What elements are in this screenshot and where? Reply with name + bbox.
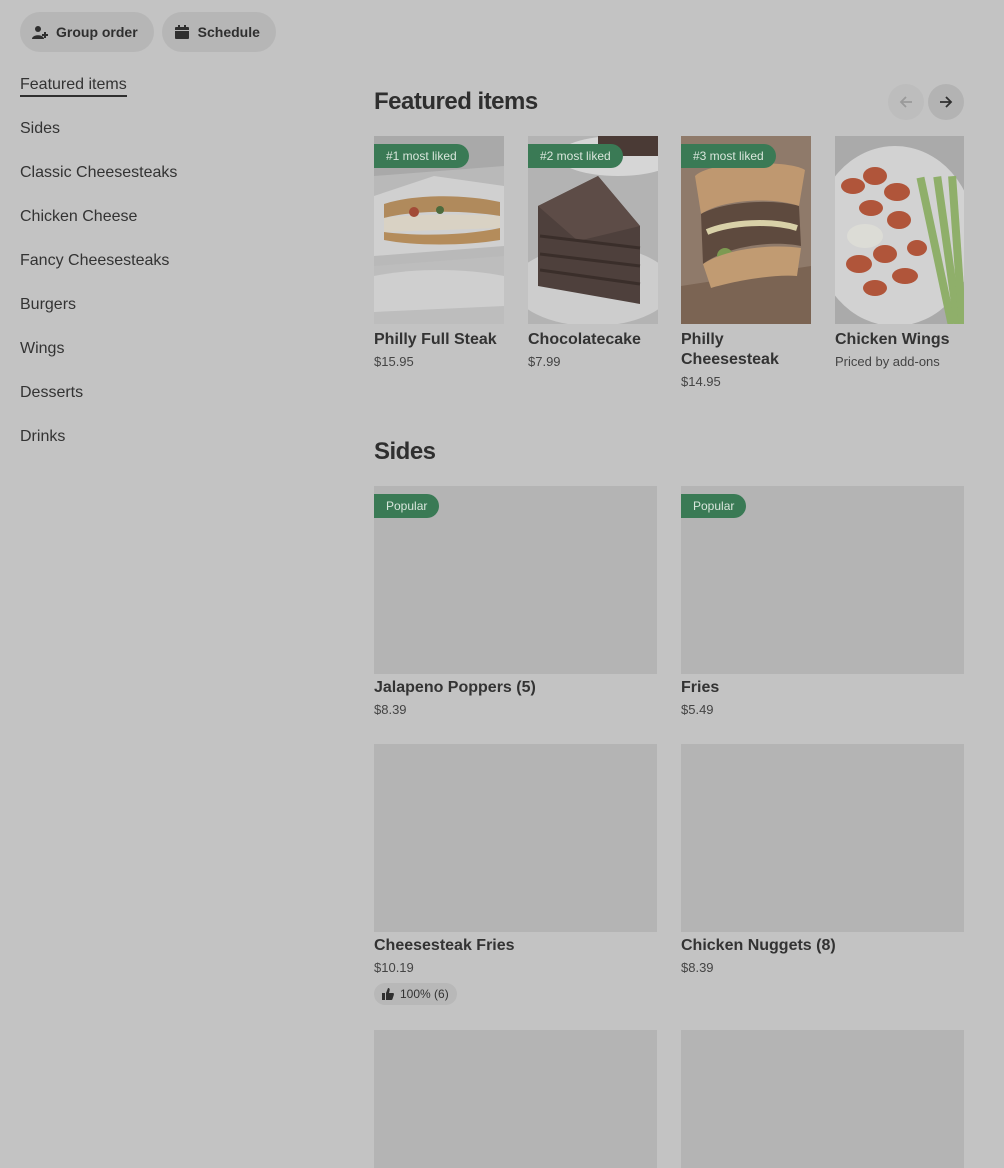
item-name: Philly Full Steak xyxy=(374,331,497,348)
group-order-label: Group order xyxy=(56,24,138,40)
nav-item-classic-cheesesteaks[interactable]: Classic Cheesesteaks xyxy=(20,163,320,207)
menu-item-card[interactable]: Chicken Nuggets (8) $8.39 xyxy=(681,744,964,975)
arrow-right-icon xyxy=(940,96,953,108)
item-image xyxy=(835,136,964,324)
featured-section-title: Featured items xyxy=(374,88,538,115)
sides-section-title: Sides xyxy=(374,438,436,465)
item-name: Chocolatecake xyxy=(528,331,641,348)
top-actions: Group order Schedule xyxy=(20,12,276,52)
item-price: $14.95 xyxy=(681,374,721,389)
rating-badge: 100% (6) xyxy=(374,983,457,1005)
menu-item-card[interactable] xyxy=(374,1030,657,1168)
schedule-button[interactable]: Schedule xyxy=(161,12,276,52)
arrow-left-icon xyxy=(899,96,912,108)
menu-item-card[interactable]: Popular Jalapeno Poppers (5) $8.39 xyxy=(374,486,657,717)
nav-item-burgers[interactable]: Burgers xyxy=(20,295,320,339)
item-image-placeholder xyxy=(374,1030,657,1168)
item-name: Jalapeno Poppers (5) xyxy=(374,679,536,696)
item-name: Philly Cheesesteak xyxy=(681,331,779,368)
item-price: Priced by add-ons xyxy=(835,354,940,369)
carousel-prev-button[interactable] xyxy=(888,84,924,120)
item-image-placeholder: Popular xyxy=(374,486,657,674)
item-price: $7.99 xyxy=(528,354,561,369)
item-price: $5.49 xyxy=(681,702,714,717)
thumbs-up-icon xyxy=(382,988,394,1000)
nav-item-fancy-cheesesteaks[interactable]: Fancy Cheesesteaks xyxy=(20,251,320,295)
popular-badge: Popular xyxy=(374,494,440,518)
item-name: Fries xyxy=(681,679,720,696)
nav-item-featured-items[interactable]: Featured items xyxy=(20,75,320,119)
group-order-button[interactable]: Group order xyxy=(20,12,154,52)
nav-item-wings[interactable]: Wings xyxy=(20,339,320,383)
rating-text: 100% (6) xyxy=(400,987,449,1001)
featured-item-card[interactable]: #2 most liked Chocolatecake $7.99 xyxy=(528,136,658,369)
nav-item-desserts[interactable]: Desserts xyxy=(20,383,320,427)
popular-badge: Popular xyxy=(681,494,747,518)
nav-item-drinks[interactable]: Drinks xyxy=(20,427,320,471)
nav-item-chicken-cheese[interactable]: Chicken Cheese xyxy=(20,207,320,251)
item-image: #2 most liked xyxy=(528,136,658,324)
menu-item-card[interactable] xyxy=(681,1030,964,1168)
item-price: $8.39 xyxy=(374,702,407,717)
item-name: Chicken Wings xyxy=(835,331,950,348)
item-name: Chicken Nuggets (8) xyxy=(681,937,836,954)
item-image-placeholder xyxy=(681,744,964,932)
item-name: Cheesesteak Fries xyxy=(374,937,515,954)
item-image: #3 most liked xyxy=(681,136,811,324)
featured-item-card[interactable]: #3 most liked Philly Cheesesteak $14.95 xyxy=(681,136,811,389)
schedule-label: Schedule xyxy=(197,24,260,40)
item-image: #1 most liked xyxy=(374,136,504,324)
calendar-icon xyxy=(174,25,189,39)
item-image-placeholder xyxy=(681,1030,964,1168)
add-person-icon xyxy=(32,26,48,39)
rank-badge: #2 most liked xyxy=(528,144,623,168)
item-price: $10.19 xyxy=(374,960,414,975)
menu-category-nav: Featured items Sides Classic Cheesesteak… xyxy=(20,75,320,471)
item-image-placeholder: Popular xyxy=(681,486,964,674)
carousel-next-button[interactable] xyxy=(928,84,964,120)
nav-item-sides[interactable]: Sides xyxy=(20,119,320,163)
featured-item-card[interactable]: #1 most liked Philly Full Steak $15.95 xyxy=(374,136,504,369)
menu-item-card[interactable]: Popular Fries $5.49 xyxy=(681,486,964,717)
item-price: $8.39 xyxy=(681,960,714,975)
item-image-placeholder xyxy=(374,744,657,932)
rank-badge: #3 most liked xyxy=(681,144,776,168)
rank-badge: #1 most liked xyxy=(374,144,469,168)
menu-item-card[interactable]: Cheesesteak Fries $10.19 100% (6) xyxy=(374,744,657,1005)
item-price: $15.95 xyxy=(374,354,414,369)
featured-item-card[interactable]: Chicken Wings Priced by add-ons xyxy=(835,136,964,369)
